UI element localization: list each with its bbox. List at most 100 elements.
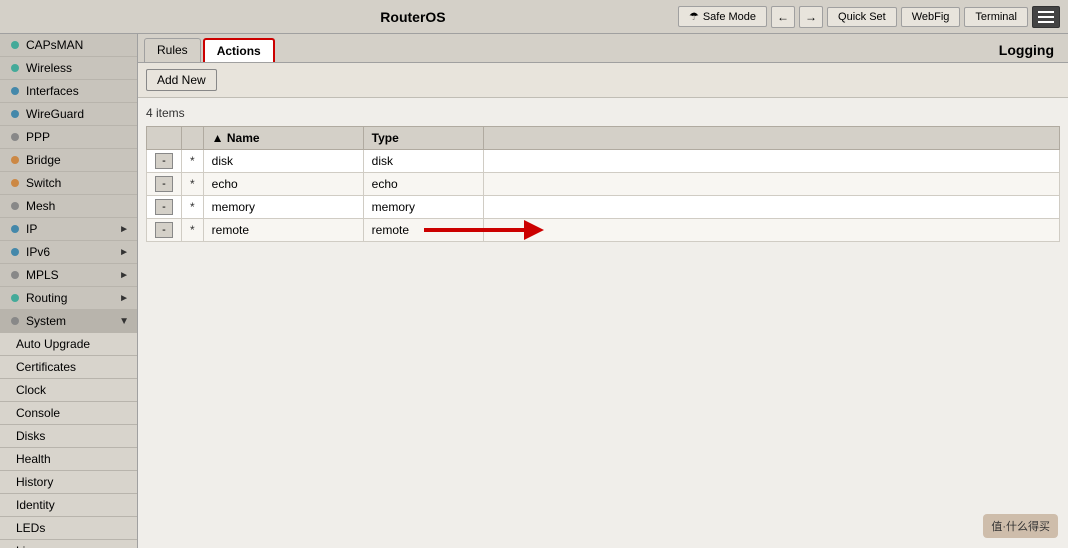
sidebar-item-switch[interactable]: Switch	[0, 172, 137, 195]
col-star	[182, 127, 204, 150]
col-type[interactable]: Type	[363, 127, 483, 150]
minus-button[interactable]: -	[155, 222, 173, 238]
row-btn-cell: -	[147, 196, 182, 219]
table-row: - * disk disk	[147, 150, 1060, 173]
sidebar-item-bridge[interactable]: Bridge	[0, 149, 137, 172]
terminal-button[interactable]: Terminal	[964, 7, 1028, 27]
row-extra-cell	[483, 219, 1059, 242]
sidebar-item-label: Disks	[16, 429, 45, 443]
row-type-cell: echo	[363, 173, 483, 196]
sidebar-item-leds[interactable]: LEDs	[0, 517, 137, 540]
ipv6-arrow-icon: ►	[119, 247, 129, 258]
red-arrow-annotation	[424, 215, 544, 245]
sidebar-item-label: LEDs	[16, 521, 45, 535]
forward-button[interactable]: →	[799, 6, 823, 28]
sidebar-item-label: WireGuard	[26, 107, 84, 121]
sidebar-item-label: CAPsMAN	[26, 38, 83, 52]
sidebar-item-label: History	[16, 475, 53, 489]
table-row: - * memory memory	[147, 196, 1060, 219]
sidebar-item-system[interactable]: System ▼	[0, 310, 137, 333]
back-button[interactable]: ←	[771, 6, 795, 28]
sidebar-item-label: Clock	[16, 383, 46, 397]
sidebar-item-mesh[interactable]: Mesh	[0, 195, 137, 218]
top-bar: RouterOS ☂ Safe Mode ← → Quick Set WebFi…	[0, 0, 1068, 34]
sidebar-item-license[interactable]: License	[0, 540, 137, 548]
row-btn-cell: -	[147, 150, 182, 173]
system-icon	[8, 314, 22, 328]
sidebar-item-clock[interactable]: Clock	[0, 379, 137, 402]
tab-actions[interactable]: Actions	[203, 38, 275, 62]
sidebar-item-identity[interactable]: Identity	[0, 494, 137, 517]
sidebar-item-capsman[interactable]: CAPsMAN	[0, 34, 137, 57]
sidebar-item-wireguard[interactable]: WireGuard	[0, 103, 137, 126]
sidebar-item-routing[interactable]: Routing ►	[0, 287, 137, 310]
ip-icon	[8, 222, 22, 236]
sidebar-item-console[interactable]: Console	[0, 402, 137, 425]
webfig-button[interactable]: WebFig	[901, 7, 961, 27]
ipv6-icon	[8, 245, 22, 259]
sidebar-item-label: Console	[16, 406, 60, 420]
safe-mode-button[interactable]: ☂ Safe Mode	[678, 6, 767, 27]
sidebar-item-label: PPP	[26, 130, 50, 144]
sidebar: CAPsMAN Wireless Interfaces WireGuard PP…	[0, 34, 138, 548]
sidebar-item-interfaces[interactable]: Interfaces	[0, 80, 137, 103]
tabs: Rules Actions	[144, 38, 275, 62]
row-extra-cell	[483, 150, 1059, 173]
sidebar-item-disks[interactable]: Disks	[0, 425, 137, 448]
quick-set-button[interactable]: Quick Set	[827, 7, 897, 27]
menu-button[interactable]	[1032, 6, 1060, 28]
row-extra-cell	[483, 173, 1059, 196]
sidebar-item-label: Certificates	[16, 360, 76, 374]
col-extra	[483, 127, 1059, 150]
row-star-cell: *	[182, 173, 204, 196]
sidebar-item-certificates[interactable]: Certificates	[0, 356, 137, 379]
minus-button[interactable]: -	[155, 176, 173, 192]
data-table: ▲ Name Type - * disk disk	[146, 126, 1060, 242]
row-extra-cell	[483, 196, 1059, 219]
sidebar-item-health[interactable]: Health	[0, 448, 137, 471]
sidebar-item-history[interactable]: History	[0, 471, 137, 494]
sidebar-item-ppp[interactable]: PPP	[0, 126, 137, 149]
row-btn-cell: -	[147, 173, 182, 196]
row-star-cell: *	[182, 219, 204, 242]
row-star-cell: *	[182, 150, 204, 173]
mesh-icon	[8, 199, 22, 213]
sidebar-item-label: Interfaces	[26, 84, 79, 98]
sidebar-item-wireless[interactable]: Wireless	[0, 57, 137, 80]
mpls-icon	[8, 268, 22, 282]
routing-arrow-icon: ►	[119, 293, 129, 304]
sidebar-item-label: Health	[16, 452, 51, 466]
row-type-cell: remote	[363, 219, 483, 242]
minus-button[interactable]: -	[155, 153, 173, 169]
page-title: Logging	[999, 42, 1062, 58]
table-wrapper: ▲ Name Type - * disk disk	[146, 126, 1060, 242]
menu-icon-line2	[1038, 16, 1054, 18]
sidebar-item-label: IPv6	[26, 245, 50, 259]
col-name[interactable]: ▲ Name	[203, 127, 363, 150]
sidebar-item-label: MPLS	[26, 268, 59, 282]
row-name-cell: disk	[203, 150, 363, 173]
umbrella-icon: ☂	[689, 10, 699, 23]
row-name-cell: echo	[203, 173, 363, 196]
ip-arrow-icon: ►	[119, 224, 129, 235]
sidebar-item-ip[interactable]: IP ►	[0, 218, 137, 241]
bridge-icon	[8, 153, 22, 167]
sidebar-item-auto-upgrade[interactable]: Auto Upgrade	[0, 333, 137, 356]
switch-icon	[8, 176, 22, 190]
table-area: 4 items ▲ Name Type	[138, 98, 1068, 548]
minus-button[interactable]: -	[155, 199, 173, 215]
sidebar-item-label: Routing	[26, 291, 67, 305]
ppp-icon	[8, 130, 22, 144]
mpls-arrow-icon: ►	[119, 270, 129, 281]
sidebar-item-ipv6[interactable]: IPv6 ►	[0, 241, 137, 264]
add-new-button[interactable]: Add New	[146, 69, 217, 91]
row-star-cell: *	[182, 196, 204, 219]
routing-icon	[8, 291, 22, 305]
sidebar-item-label: IP	[26, 222, 37, 236]
sidebar-item-mpls[interactable]: MPLS ►	[0, 264, 137, 287]
app-title: RouterOS	[148, 9, 678, 25]
tab-rules[interactable]: Rules	[144, 38, 201, 62]
sidebar-item-label: License	[16, 544, 57, 548]
item-count: 4 items	[146, 106, 1060, 120]
sidebar-item-label: Switch	[26, 176, 61, 190]
